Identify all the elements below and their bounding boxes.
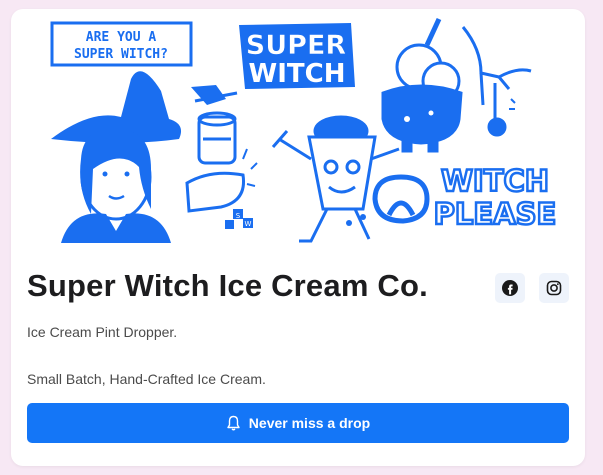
- sw-boxes: S W: [225, 209, 253, 229]
- question-sticker: ARE YOU A SUPER WITCH?: [50, 21, 193, 67]
- wand-hand-illustration: [461, 26, 532, 137]
- description-line2: Small Batch, Hand-Crafted Ice Cream.: [27, 371, 266, 387]
- business-name: Super Witch Ice Cream Co.: [27, 268, 428, 303]
- cta-label: Never miss a drop: [248, 415, 371, 431]
- box-letter-w: W: [245, 220, 252, 228]
- tagline-line2: PLEASE: [434, 197, 557, 231]
- logo-line1: SUPER: [246, 30, 347, 61]
- witch-please-text: WITCH PLEASE: [432, 163, 557, 233]
- hero-illustration: ARE YOU A SUPER WITCH? SUPER WITCH S W W…: [50, 17, 558, 243]
- knot-illustration: [372, 174, 430, 224]
- box-letter-s: S: [236, 212, 241, 220]
- cup-character-illustration: [271, 115, 400, 243]
- pint-illustration: [185, 111, 258, 213]
- never-miss-a-drop-button[interactable]: Never miss a drop: [27, 403, 569, 443]
- question-line2: SUPER WITCH?: [74, 47, 168, 62]
- instagram-button[interactable]: [539, 273, 569, 303]
- facebook-icon: [502, 280, 518, 296]
- question-line1: ARE YOU A: [86, 30, 157, 45]
- logo-line2: WITCH: [249, 59, 346, 89]
- super-witch-logo: SUPER WITCH: [239, 23, 355, 89]
- tagline-line1: WITCH: [441, 164, 549, 198]
- profile-card: ARE YOU A SUPER WITCH? SUPER WITCH S W W…: [11, 9, 585, 466]
- description-line1: Ice Cream Pint Dropper.: [27, 324, 178, 340]
- facebook-button[interactable]: [495, 273, 525, 303]
- bell-icon: [227, 415, 240, 431]
- instagram-icon: [546, 280, 562, 296]
- witch-illustration: [51, 71, 238, 243]
- cauldron-illustration: [381, 17, 463, 153]
